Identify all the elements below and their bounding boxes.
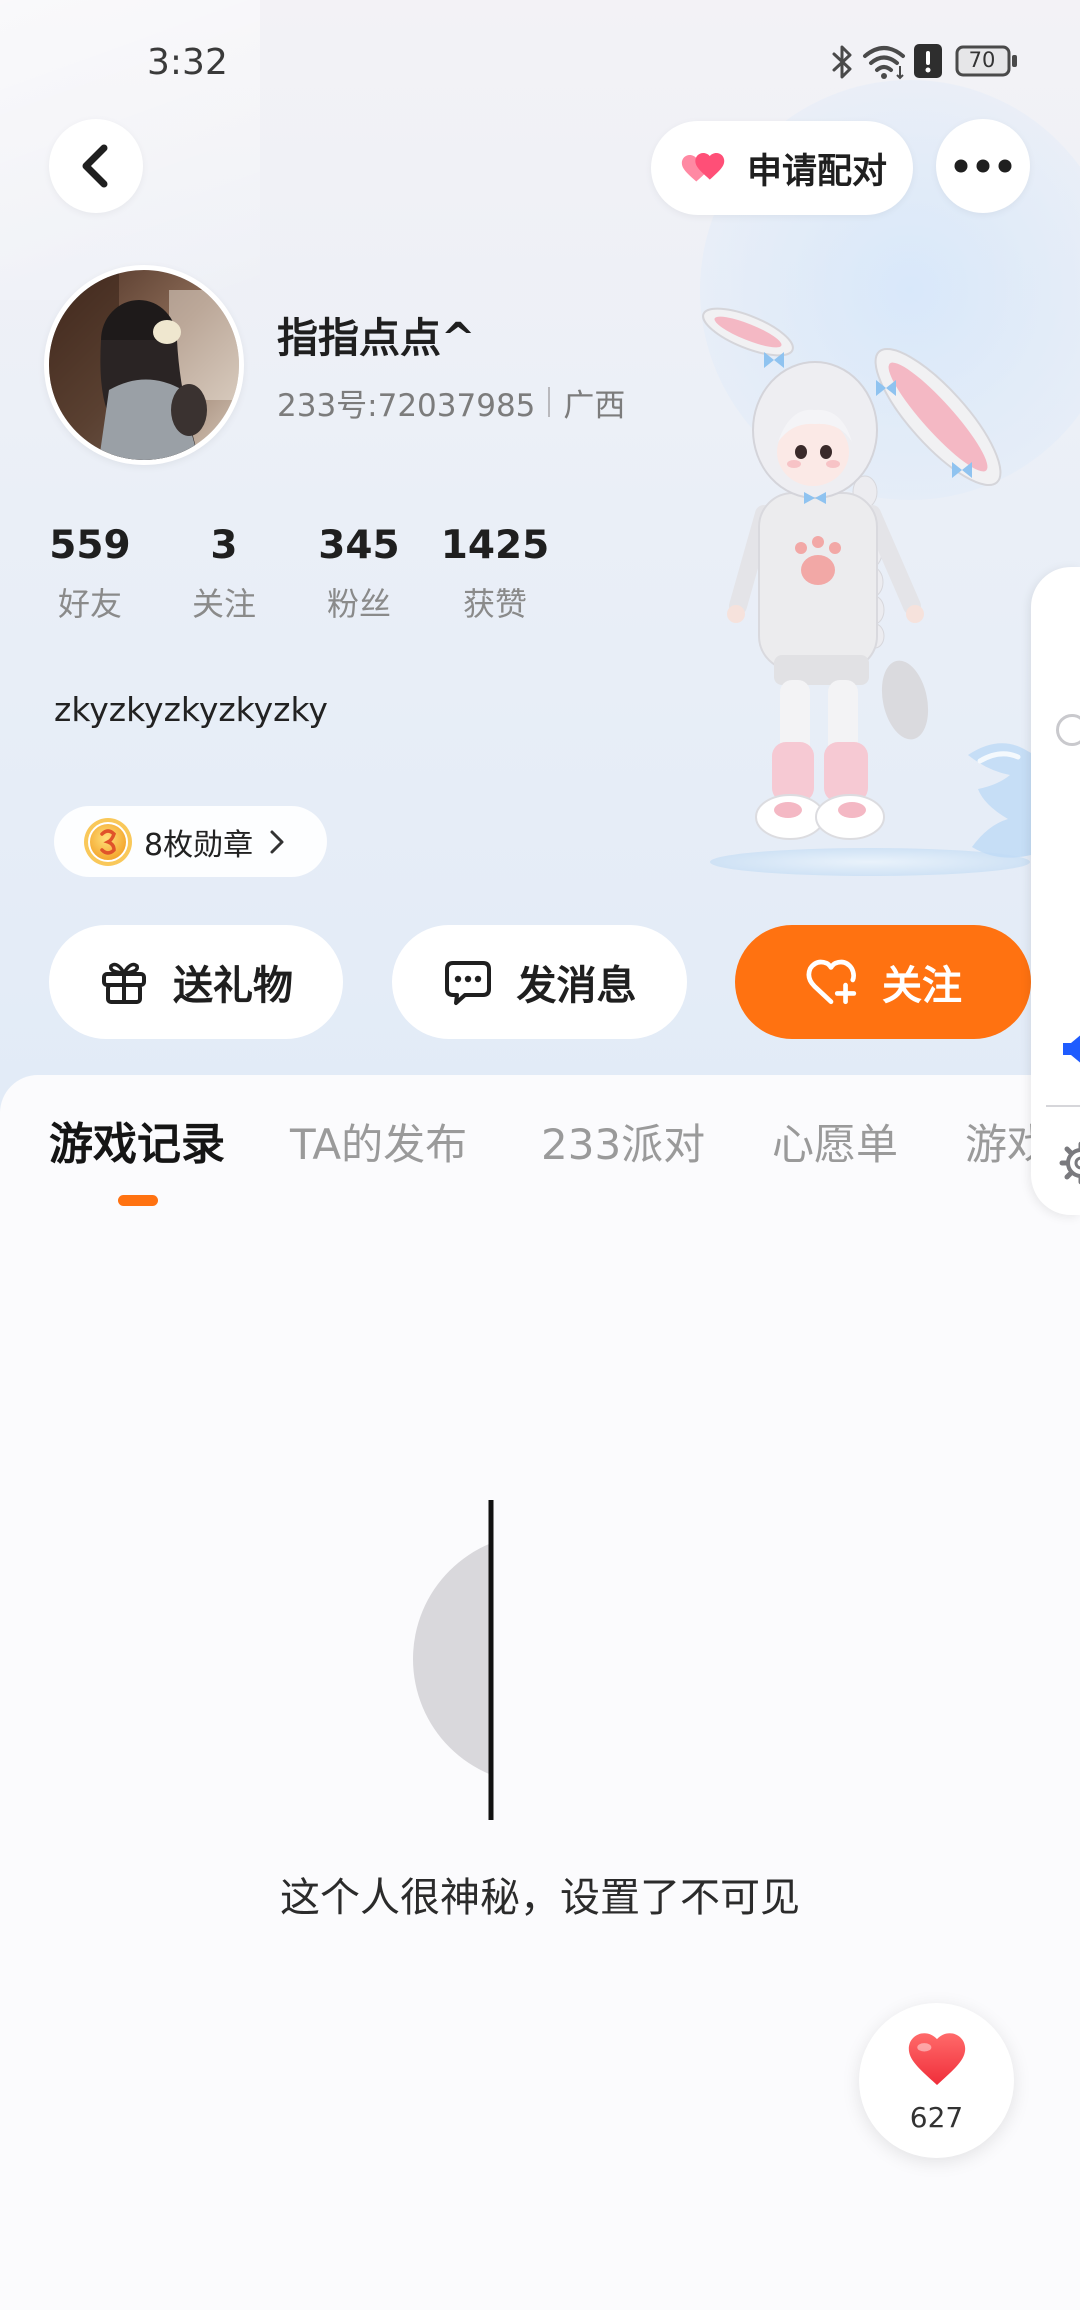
- chat-bubble-icon: [444, 961, 491, 1005]
- profile-location: 广西: [563, 387, 626, 424]
- send-gift-label: 送礼物: [173, 963, 293, 1009]
- badges-button[interactable]: 8枚勋章: [54, 806, 327, 877]
- stat-value: 3: [210, 523, 238, 568]
- badges-label: 8枚勋章: [144, 827, 254, 863]
- profile-id: 233号:72037985: [277, 387, 536, 424]
- chevron-right-icon: [270, 830, 284, 853]
- stat-label: 关注: [191, 585, 256, 623]
- like-button[interactable]: 627: [859, 2003, 1014, 2158]
- profile-id-line: 233号:72037985 广西: [277, 381, 626, 424]
- speaker-icon[interactable]: [1061, 1029, 1080, 1069]
- stat-value: 559: [49, 523, 131, 568]
- send-message-label: 发消息: [516, 963, 637, 1009]
- id-divider: [548, 387, 551, 417]
- stat-label: 获赞: [462, 585, 527, 623]
- private-content-illustration: [413, 1500, 494, 1820]
- avatar[interactable]: [44, 265, 244, 465]
- tab-party[interactable]: 233派对: [541, 1117, 705, 1173]
- stat-likes[interactable]: 1425 获赞: [425, 520, 565, 626]
- bluetooth-icon: [832, 45, 852, 79]
- pair-request-button[interactable]: 申请配对: [651, 121, 913, 215]
- empty-state-message: 这个人很神秘，设置了不可见: [280, 1875, 800, 1921]
- wifi-icon: [863, 46, 905, 80]
- like-count: 627: [909, 2101, 964, 2134]
- tab-game-records[interactable]: 游戏记录: [49, 1117, 225, 1173]
- heart-icon: [908, 2033, 966, 2085]
- heart-plus-icon: [806, 959, 857, 1005]
- stat-value: 345: [318, 523, 400, 568]
- battery-icon: 70: [955, 45, 1019, 77]
- profile-bio: zkyzkyzkyzkyzky: [54, 690, 328, 729]
- stat-value: 1425: [440, 523, 550, 568]
- floating-toolbar[interactable]: [1031, 567, 1080, 1215]
- gift-icon: [102, 962, 146, 1004]
- more-dots-icon: [954, 159, 1012, 173]
- tab-active-indicator: [118, 1195, 158, 1206]
- stat-following[interactable]: 3 关注: [154, 520, 294, 626]
- circle-icon[interactable]: [1056, 714, 1080, 746]
- double-heart-icon: [681, 153, 725, 182]
- alert-icon: [914, 44, 942, 78]
- toolbar-divider: [1046, 1105, 1080, 1107]
- medal-icon: [84, 817, 132, 866]
- chevron-left-icon: [82, 144, 108, 188]
- gear-icon[interactable]: [1059, 1141, 1080, 1185]
- stat-label: 粉丝: [326, 585, 391, 623]
- pair-request-label: 申请配对: [747, 151, 888, 192]
- profile-name: 指指点点^: [277, 314, 476, 362]
- more-button[interactable]: [936, 119, 1030, 213]
- tab-wishlist[interactable]: 心愿单: [772, 1117, 898, 1173]
- follow-label: 关注: [882, 963, 962, 1009]
- battery-level: 70: [968, 48, 996, 72]
- back-button[interactable]: [49, 119, 143, 213]
- stage-sign-decoration: [968, 743, 1031, 858]
- stat-friends[interactable]: 559 好友: [20, 520, 160, 626]
- stat-fans[interactable]: 345 粉丝: [289, 520, 429, 626]
- status-time: 3:32: [147, 42, 228, 83]
- profile-screen: 3:32 70 申请配对 指指点点^ 233号:72037985 广西 559 …: [0, 0, 1080, 2310]
- follow-button[interactable]: 关注: [735, 925, 1031, 1039]
- send-gift-button[interactable]: 送礼物: [49, 925, 343, 1039]
- tab-posts[interactable]: TA的发布: [290, 1117, 467, 1173]
- send-message-button[interactable]: 发消息: [392, 925, 687, 1039]
- stat-label: 好友: [57, 585, 122, 623]
